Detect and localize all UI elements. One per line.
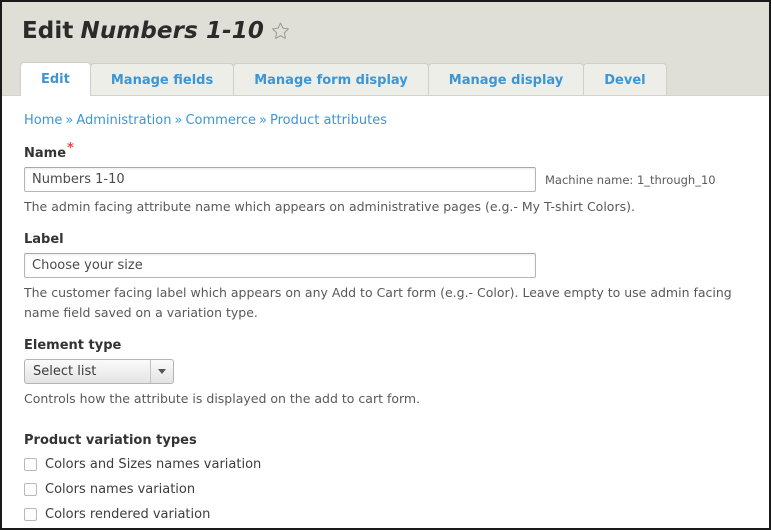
product-variation-types-label: Product variation types [24, 432, 197, 448]
tab-label: Manage display [448, 73, 564, 88]
name-input[interactable] [24, 167, 536, 192]
breadcrumb-item-product-attributes[interactable]: Product attributes [270, 113, 387, 128]
page-title-entity: Numbers 1-10 [80, 18, 264, 44]
checkbox-colors-names-variation[interactable] [24, 482, 37, 496]
page-title-verb: Edit [22, 18, 74, 44]
label-field-description: The customer facing label which appears … [24, 285, 732, 320]
browser-viewport: Edit Numbers 1-10 Edit Manage fields Man… [0, 0, 771, 530]
field-label-block: Label The customer facing label which ap… [24, 232, 769, 322]
tab-label: Edit [41, 72, 70, 87]
field-element-type: Element type Select list Controls how th… [24, 338, 769, 408]
tab-edit[interactable]: Edit [20, 62, 91, 96]
element-type-select[interactable]: Select list [24, 359, 174, 385]
page-title: Edit Numbers 1-10 [22, 18, 290, 44]
breadcrumb-separator: » [259, 113, 267, 128]
breadcrumb-item-home[interactable]: Home [24, 113, 62, 128]
tab-manage-fields[interactable]: Manage fields [89, 63, 235, 96]
tab-label: Devel [604, 73, 646, 88]
checkbox-row-colors-rendered[interactable]: Colors rendered variation [24, 507, 769, 522]
breadcrumb: Home» Administration» Commerce» Product att… [24, 96, 769, 130]
star-outline-icon[interactable] [271, 21, 290, 45]
label-input-row [24, 253, 769, 279]
checkbox-row-colors-and-sizes[interactable]: Colors and Sizes names variation [24, 457, 769, 472]
tab-manage-form-display[interactable]: Manage form display [233, 63, 429, 96]
name-field-description: The admin facing attribute name which ap… [24, 199, 635, 214]
label-field-label: Label [24, 232, 64, 248]
tab-label: Manage fields [110, 73, 214, 88]
checkbox-colors-rendered-variation[interactable] [24, 507, 37, 521]
checkbox-label[interactable]: Colors and Sizes names variation [45, 457, 261, 472]
main-content: Home» Administration» Commerce» Product att… [2, 96, 769, 522]
machine-name-display: Machine name: 1_through_10 [545, 172, 716, 187]
field-name: Name* Machine name: 1_through_10 The adm… [24, 142, 769, 216]
tab-devel[interactable]: Devel [583, 63, 667, 96]
label-input[interactable] [24, 253, 536, 279]
tab-label: Manage form display [254, 73, 408, 88]
name-label-text: Name [24, 146, 67, 161]
element-type-description: Controls how the attribute is displayed … [24, 391, 421, 407]
checkbox-label[interactable]: Colors names variation [45, 482, 195, 497]
checkbox-row-colors-names[interactable]: Colors names variation [24, 482, 769, 497]
page-header: Edit Numbers 1-10 [2, 2, 769, 60]
name-field-label: Name* [24, 142, 769, 161]
primary-tabs: Edit Manage fields Manage form display M… [2, 60, 769, 96]
element-type-label: Element type [24, 338, 122, 354]
tab-manage-display[interactable]: Manage display [427, 63, 585, 96]
breadcrumb-item-commerce[interactable]: Commerce [185, 113, 256, 128]
chevron-down-icon [150, 360, 173, 384]
required-marker: * [67, 140, 74, 156]
checkbox-label[interactable]: Colors rendered variation [45, 507, 210, 522]
name-input-row: Machine name: 1_through_10 [24, 167, 769, 192]
breadcrumb-separator: » [174, 113, 183, 128]
breadcrumb-item-administration[interactable]: Administration [76, 113, 171, 128]
checkbox-colors-and-sizes-names-variation[interactable] [24, 457, 37, 471]
breadcrumb-separator: » [65, 113, 74, 128]
element-type-selected-value: Select list [33, 364, 97, 380]
